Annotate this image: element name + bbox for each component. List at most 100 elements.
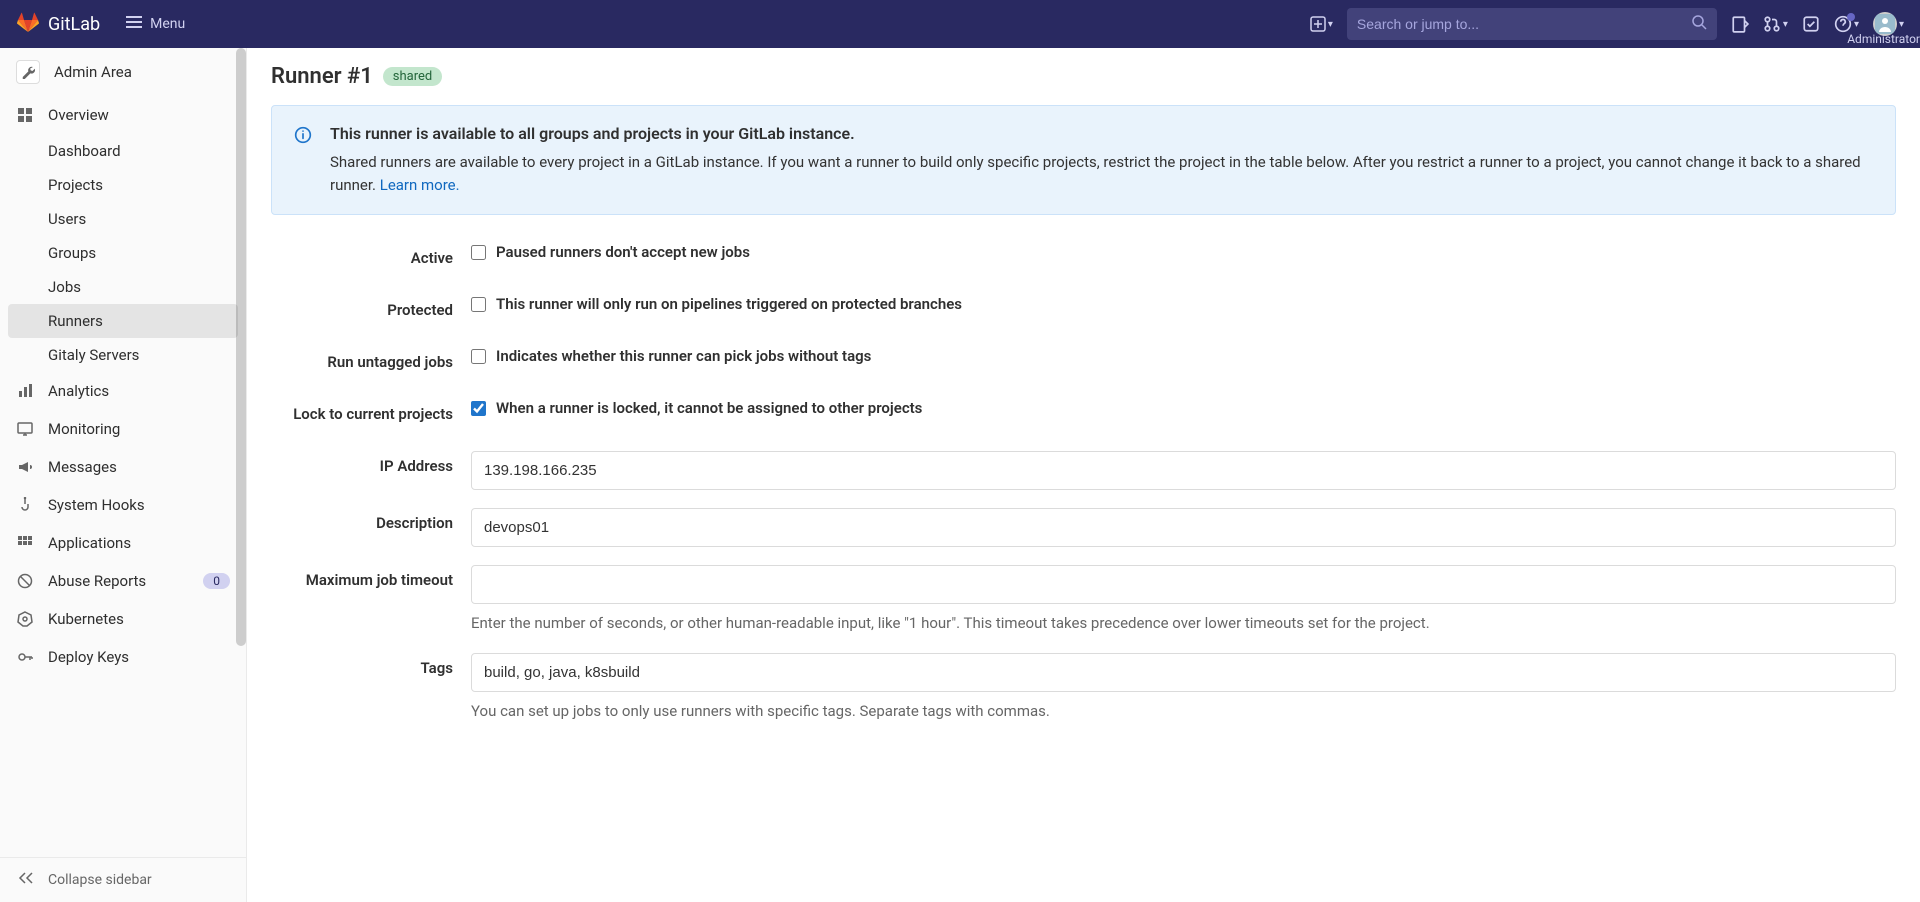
checkbox-untagged[interactable] <box>471 349 486 364</box>
label-ip: IP Address <box>271 451 471 475</box>
topbar: GitLab Menu ▾ ▾ ▾ <box>0 0 1920 48</box>
info-text-body: Shared runners are available to every pr… <box>330 153 1861 194</box>
hamburger-icon <box>126 14 142 34</box>
info-icon <box>294 126 312 196</box>
abuse-icon <box>16 573 34 589</box>
sidebar-abuse-reports[interactable]: Abuse Reports 0 <box>0 562 246 600</box>
analytics-icon <box>16 383 34 399</box>
page-title: Runner #1 <box>271 64 373 89</box>
hint-active: Paused runners don't accept new jobs <box>496 243 750 261</box>
menu-button[interactable]: Menu <box>118 8 193 40</box>
brand-label: GitLab <box>48 14 100 35</box>
chevron-down-icon: ▾ <box>1783 19 1788 30</box>
sidebar-item-label: Overview <box>48 106 109 124</box>
search-box[interactable] <box>1347 8 1717 40</box>
sidebar-item-label: Kubernetes <box>48 610 124 628</box>
sidebar-item-users[interactable]: Users <box>0 202 246 236</box>
collapse-sidebar[interactable]: Collapse sidebar <box>0 857 246 902</box>
form-row-description: Description <box>271 508 1896 547</box>
form-row-untagged: Run untagged jobs Indicates whether this… <box>271 347 1896 371</box>
hook-icon <box>16 497 34 513</box>
input-timeout[interactable] <box>471 565 1896 604</box>
label-locked: Lock to current projects <box>271 399 471 423</box>
apps-icon <box>16 535 34 551</box>
sidebar-applications[interactable]: Applications <box>0 524 246 562</box>
sidebar-item-groups[interactable]: Groups <box>0 236 246 270</box>
info-title: This runner is available to all groups a… <box>330 124 1873 143</box>
sidebar-item-label: Admin Area <box>54 63 132 81</box>
monitor-icon <box>16 421 34 437</box>
checkbox-active[interactable] <box>471 245 486 260</box>
help-icon[interactable]: ▾ <box>1834 15 1859 33</box>
collapse-label: Collapse sidebar <box>48 872 152 888</box>
chevron-down-icon: ▾ <box>1328 19 1333 30</box>
help-tags: You can set up jobs to only use runners … <box>471 700 1896 723</box>
notification-dot <box>1847 13 1855 21</box>
sidebar-kubernetes[interactable]: Kubernetes <box>0 600 246 638</box>
topbar-right: ▾ ▾ ▾ ▾ Administrator <box>1310 8 1904 40</box>
sidebar-admin-area[interactable]: Admin Area <box>0 48 246 96</box>
wrench-icon <box>16 60 40 84</box>
key-icon <box>16 649 34 665</box>
user-label: Administrator <box>1847 32 1920 46</box>
sidebar-system-hooks[interactable]: System Hooks <box>0 486 246 524</box>
page-title-row: Runner #1 shared <box>271 64 1896 89</box>
form-row-locked: Lock to current projects When a runner i… <box>271 399 1896 423</box>
form-row-timeout: Maximum job timeout Enter the number of … <box>271 565 1896 635</box>
sidebar-analytics[interactable]: Analytics <box>0 372 246 410</box>
search-input[interactable] <box>1357 16 1691 32</box>
sidebar-item-label: System Hooks <box>48 496 145 514</box>
learn-more-link[interactable]: Learn more. <box>380 176 460 194</box>
sidebar-item-label: Monitoring <box>48 420 120 438</box>
chevron-down-icon: ▾ <box>1854 19 1859 30</box>
sidebar-item-label: Applications <box>48 534 131 552</box>
sidebar: Admin Area Overview Dashboard Projects U… <box>0 48 247 902</box>
overview-icon <box>16 107 34 123</box>
hint-untagged: Indicates whether this runner can pick j… <box>496 347 871 365</box>
input-description[interactable] <box>471 508 1896 547</box>
sidebar-item-label: Deploy Keys <box>48 648 129 666</box>
form-row-tags: Tags You can set up jobs to only use run… <box>271 653 1896 723</box>
input-ip[interactable] <box>471 451 1896 490</box>
info-banner: This runner is available to all groups a… <box>271 105 1896 215</box>
sidebar-item-projects[interactable]: Projects <box>0 168 246 202</box>
todos-icon[interactable] <box>1802 15 1820 33</box>
shared-tag: shared <box>383 67 442 86</box>
sidebar-overview[interactable]: Overview <box>0 96 246 134</box>
sidebar-item-jobs[interactable]: Jobs <box>0 270 246 304</box>
collapse-icon <box>18 870 34 890</box>
issues-icon[interactable] <box>1731 15 1749 33</box>
info-body: This runner is available to all groups a… <box>330 124 1873 196</box>
info-text: Shared runners are available to every pr… <box>330 151 1873 196</box>
sidebar-item-label: Abuse Reports <box>48 572 146 590</box>
badge-count: 0 <box>203 573 230 589</box>
menu-label: Menu <box>150 16 185 32</box>
sidebar-item-gitaly[interactable]: Gitaly Servers <box>0 338 246 372</box>
label-description: Description <box>271 508 471 532</box>
logo[interactable]: GitLab <box>16 10 100 38</box>
search-icon <box>1691 14 1707 34</box>
merge-requests-icon[interactable]: ▾ <box>1763 15 1788 33</box>
checkbox-locked[interactable] <box>471 401 486 416</box>
megaphone-icon <box>16 459 34 475</box>
gitlab-logo-icon <box>16 10 40 38</box>
sidebar-item-dashboard[interactable]: Dashboard <box>0 134 246 168</box>
chevron-down-icon: ▾ <box>1899 19 1904 30</box>
sidebar-item-label: Messages <box>48 458 117 476</box>
form-row-active: Active Paused runners don't accept new j… <box>271 243 1896 267</box>
sidebar-monitoring[interactable]: Monitoring <box>0 410 246 448</box>
hint-locked: When a runner is locked, it cannot be as… <box>496 399 922 417</box>
label-tags: Tags <box>271 653 471 677</box>
form-row-protected: Protected This runner will only run on p… <box>271 295 1896 319</box>
label-timeout: Maximum job timeout <box>271 565 471 589</box>
main-content: Runner #1 shared This runner is availabl… <box>247 48 1920 902</box>
kubernetes-icon <box>16 611 34 627</box>
hint-protected: This runner will only run on pipelines t… <box>496 295 962 313</box>
sidebar-messages[interactable]: Messages <box>0 448 246 486</box>
label-protected: Protected <box>271 295 471 319</box>
sidebar-item-runners[interactable]: Runners <box>8 304 238 338</box>
sidebar-deploy-keys[interactable]: Deploy Keys <box>0 638 246 676</box>
new-button[interactable]: ▾ <box>1310 16 1333 32</box>
checkbox-protected[interactable] <box>471 297 486 312</box>
input-tags[interactable] <box>471 653 1896 692</box>
